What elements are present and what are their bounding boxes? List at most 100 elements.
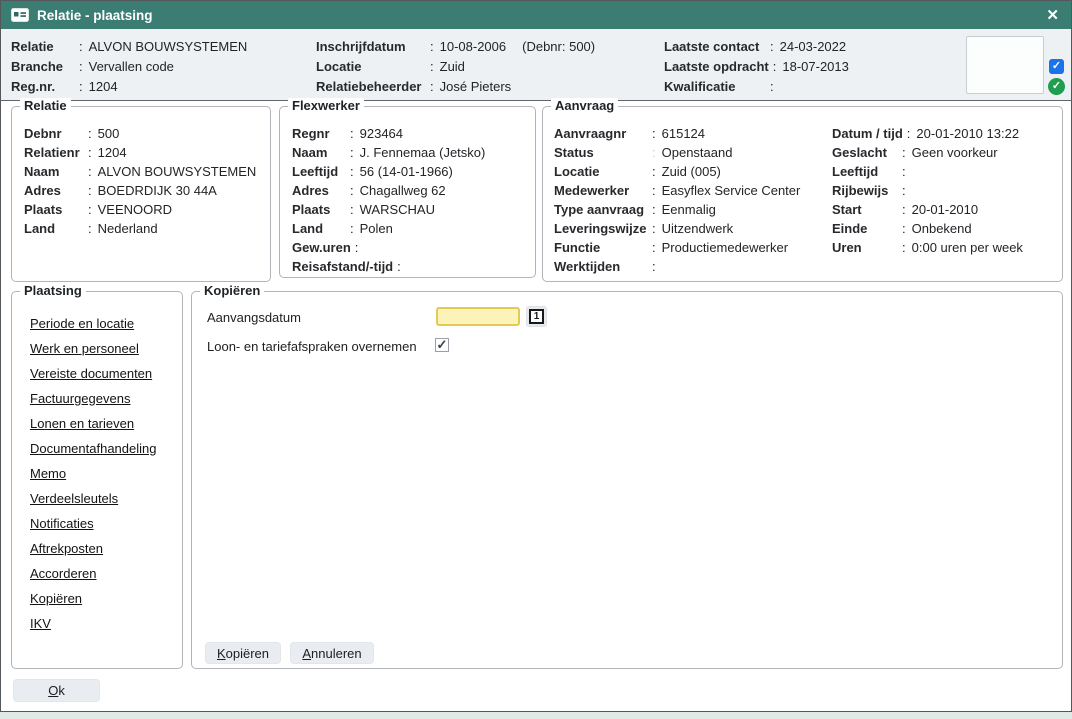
field-value: 1204 <box>89 77 118 97</box>
sidebar-item-periode-en-locatie[interactable]: Periode en locatie <box>30 316 134 331</box>
sidebar-item-ikv[interactable]: IKV <box>30 616 51 631</box>
info-row: Type aanvraag:Eenmalig <box>554 200 800 219</box>
separator: : <box>350 181 354 200</box>
field-value: Zuid (005) <box>662 162 721 181</box>
info-row: Inschrijfdatum : 10-08-2006 (Debnr: 500) <box>316 37 595 57</box>
groupbox-legend: Relatie <box>20 98 71 114</box>
field-value: Uitzendwerk <box>662 219 734 238</box>
relation-summary-header: Relatie : ALVON BOUWSYSTEMEN Branche : V… <box>1 29 1071 101</box>
info-row: Uren:0:00 uren per week <box>832 238 1023 257</box>
sidebar-item-lonen-en-tarieven[interactable]: Lonen en tarieven <box>30 416 134 431</box>
field-value: Vervallen code <box>89 57 174 77</box>
info-row: Plaats:VEENOORD <box>24 200 256 219</box>
field-value: ALVON BOUWSYSTEMEN <box>98 162 257 181</box>
loon-tarief-label: Loon- en tariefafspraken overnemen <box>207 339 417 354</box>
field-label: Status <box>554 143 648 162</box>
check-icon: ✓ <box>437 337 448 352</box>
field-label: Gew.uren <box>292 238 351 257</box>
separator: : <box>652 200 656 219</box>
field-label: Leeftijd <box>832 162 898 181</box>
separator: : <box>350 162 354 181</box>
info-row: Leeftijd: <box>832 162 1023 181</box>
separator: : <box>902 219 906 238</box>
sidebar-item-kopieren[interactable]: Kopiëren <box>30 591 82 606</box>
loon-tarief-checkbox[interactable]: ✓ <box>435 338 449 352</box>
sidebar-item-documentafhandeling[interactable]: Documentafhandeling <box>30 441 156 456</box>
status-ok-icon[interactable]: ✓ <box>1048 78 1065 95</box>
field-value: 18-07-2013 <box>782 57 849 77</box>
sidebar-item-aftrekposten[interactable]: Aftrekposten <box>30 541 103 556</box>
field-label: Rijbewijs <box>832 181 898 200</box>
field-value: VEENOORD <box>98 200 172 219</box>
separator: : <box>88 143 92 162</box>
plaatsing-groupbox: Plaatsing Periode en locatie Werk en per… <box>11 291 183 669</box>
separator: : <box>430 57 434 77</box>
active-checkbox-icon[interactable]: ✓ <box>1049 59 1064 74</box>
sidebar-item-verdeelsleutels[interactable]: Verdeelsleutels <box>30 491 118 506</box>
field-label: Laatste contact <box>664 37 766 57</box>
calendar-button[interactable]: 1 <box>526 306 547 327</box>
groupbox-legend: Flexwerker <box>288 98 364 114</box>
field-label: Reisafstand/-tijd <box>292 257 393 276</box>
field-value: Productiemedewerker <box>662 238 788 257</box>
field-label: Functie <box>554 238 648 257</box>
field-value: BOEDRDIJK 30 44A <box>98 181 217 200</box>
field-value: 56 (14-01-1966) <box>360 162 453 181</box>
separator: : <box>652 143 656 162</box>
separator: : <box>88 181 92 200</box>
sidebar-item-werk-en-personeel[interactable]: Werk en personeel <box>30 341 139 356</box>
dialog-window: Relatie - plaatsing ✕ Relatie : ALVON BO… <box>0 0 1072 712</box>
field-label: Kwalificatie <box>664 77 766 97</box>
separator: : <box>430 77 434 97</box>
calendar-icon: 1 <box>529 309 544 324</box>
field-label: Regnr <box>292 124 346 143</box>
field-label: Inschrijfdatum <box>316 37 426 57</box>
separator: : <box>902 162 906 181</box>
aanvangsdatum-input[interactable] <box>436 307 520 326</box>
field-label: Naam <box>24 162 84 181</box>
separator: : <box>770 77 774 97</box>
info-row: Einde:Onbekend <box>832 219 1023 238</box>
field-label: Laatste opdracht <box>664 57 769 77</box>
separator: : <box>773 57 777 77</box>
field-value: 0:00 uren per week <box>912 238 1023 257</box>
field-label: Type aanvraag <box>554 200 648 219</box>
separator: : <box>79 77 83 97</box>
field-label: Adres <box>24 181 84 200</box>
kopieren-button[interactable]: Kopiëren <box>205 642 281 664</box>
field-label: Leveringswijze <box>554 219 648 238</box>
check-icon: ✓ <box>1052 60 1061 72</box>
field-label: Relatienr <box>24 143 84 162</box>
field-value: 10-08-2006 <box>440 37 507 57</box>
sidebar-item-factuurgegevens[interactable]: Factuurgegevens <box>30 391 130 406</box>
field-label: Locatie <box>554 162 648 181</box>
separator: : <box>350 143 354 162</box>
info-row: Naam:ALVON BOUWSYSTEMEN <box>24 162 256 181</box>
separator: : <box>652 181 656 200</box>
sidebar-item-accorderen[interactable]: Accorderen <box>30 566 96 581</box>
info-row: Rijbewijs: <box>832 181 1023 200</box>
field-label: Adres <box>292 181 346 200</box>
field-label: Locatie <box>316 57 426 77</box>
field-label: Plaats <box>292 200 346 219</box>
info-row: Kwalificatie : <box>664 77 849 97</box>
field-label: Werktijden <box>554 257 648 276</box>
sidebar-item-memo[interactable]: Memo <box>30 466 66 481</box>
field-value: Zuid <box>440 57 465 77</box>
flexwerker-groupbox: Flexwerker Regnr:923464 Naam:J. Fennemaa… <box>279 106 536 278</box>
info-row: Regnr:923464 <box>292 124 485 143</box>
close-icon[interactable]: ✕ <box>1046 8 1059 23</box>
sidebar-item-notificaties[interactable]: Notificaties <box>30 516 94 531</box>
field-label: Debnr <box>24 124 84 143</box>
annuleren-button[interactable]: Annuleren <box>290 642 374 664</box>
check-icon: ✓ <box>1052 80 1061 92</box>
field-value: Polen <box>360 219 393 238</box>
field-label: Medewerker <box>554 181 648 200</box>
ok-button[interactable]: Ok <box>13 679 100 702</box>
sidebar-item-vereiste-documenten[interactable]: Vereiste documenten <box>30 366 152 381</box>
title-bar: Relatie - plaatsing ✕ <box>1 1 1071 29</box>
separator: : <box>902 238 906 257</box>
info-row: Status:Openstaand <box>554 143 800 162</box>
field-label: Leeftijd <box>292 162 346 181</box>
aanvraag-right-column: Datum / tijd:20-01-2010 13:22 Geslacht:G… <box>832 124 1023 257</box>
